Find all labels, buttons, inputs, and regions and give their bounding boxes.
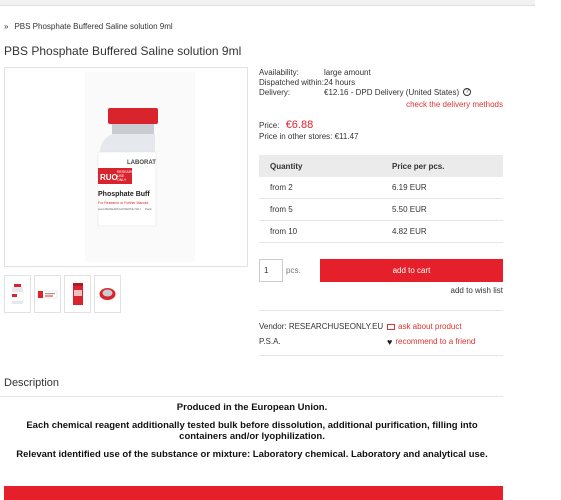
delivery-label: Delivery: [259, 88, 291, 97]
thumbnail-vial-side[interactable] [34, 275, 61, 313]
price-other-stores: Price in other stores: €11.47 [259, 132, 358, 141]
top-bar [0, 0, 535, 6]
description-line: Relevant identified use of the substance… [16, 449, 488, 460]
price-value: €6.88 [285, 119, 314, 131]
add-to-wishlist-link[interactable]: add to wish list [451, 286, 503, 295]
delivery-row: Delivery: €12.16 - DPD Delivery (United … [259, 88, 503, 98]
description-divider [0, 396, 503, 397]
vial-code: www.RESEARCHUSEONLY.EU [98, 207, 141, 211]
vial-pack: Pack [145, 207, 152, 211]
vial-image: LABORAT RUO RESEARCH USE ONLY Phosphate … [85, 72, 195, 262]
thumbnail-vial[interactable] [4, 275, 31, 313]
vendor-line: Vendor: RESEARCHUSEONLY.EU [259, 322, 383, 331]
breadcrumb-separator: » [4, 22, 9, 31]
quantity-input[interactable]: 1 [259, 259, 283, 282]
envelope-icon [387, 323, 395, 330]
description-body: Produced in the European Union. Each che… [4, 402, 500, 467]
table-row: from 10 4.82 EUR [259, 221, 503, 243]
table-row: from 5 5.50 EUR [259, 199, 503, 221]
vendor-value[interactable]: RESEARCHUSEONLY.EU [289, 322, 383, 331]
vial-product-name: Phosphate Buff [98, 191, 150, 198]
thumbnail-cap[interactable] [94, 275, 121, 313]
header-price: Price per pcs. [392, 161, 445, 171]
ask-about-product-link[interactable]: ask about product [387, 322, 462, 331]
thumbnail-box[interactable] [64, 275, 91, 313]
availability-value: large amount [324, 68, 371, 77]
psa-text: P.S.A. [259, 337, 281, 346]
add-to-cart-button[interactable]: add to cart [320, 259, 503, 282]
dispatch-row: Dispatched within: 24 hours [259, 78, 503, 88]
vendor-section: Vendor: RESEARCHUSEONLY.EU P.S.A. ask ab… [259, 310, 503, 356]
ask-label: ask about product [398, 322, 462, 331]
delivery-methods-link[interactable]: check the delivery methods [259, 100, 503, 109]
delivery-value: €12.16 - DPD Delivery (United States) [324, 88, 460, 97]
row-quantity: from 2 [270, 183, 293, 192]
breadcrumb-current[interactable]: PBS Phosphate Buffered Saline solution 9… [14, 22, 172, 31]
vendor-label: Vendor: [259, 322, 287, 331]
row-price: 6.19 EUR [392, 183, 427, 192]
description-line: Produced in the European Union. [176, 402, 328, 413]
heart-icon: ♥ [387, 336, 393, 347]
description-title: Description [4, 377, 60, 389]
price-line: Price: €6.88 [259, 119, 313, 131]
vial-badge: RUO [100, 173, 118, 182]
bottom-banner [4, 486, 503, 500]
product-info: Availability: large amount Dispatched wi… [259, 68, 503, 109]
header-quantity: Quantity [270, 161, 303, 171]
price-other-value: €11.47 [334, 132, 359, 141]
row-quantity: from 10 [270, 227, 298, 236]
recommend-link[interactable]: ♥ recommend to a friend [387, 337, 475, 346]
vial-brand: LABORAT [127, 160, 156, 166]
row-price: 4.82 EUR [392, 227, 427, 236]
description-line: Each chemical reagent additionally teste… [26, 420, 478, 442]
table-row: from 2 6.19 EUR [259, 177, 503, 199]
price-other-label: Price in other stores: [259, 132, 333, 141]
quantity-price-table: Quantity Price per pcs. from 2 6.19 EUR … [259, 155, 503, 243]
table-header: Quantity Price per pcs. [259, 155, 503, 177]
vial-badge-text-3: ONLY [117, 178, 127, 182]
help-icon[interactable]: ? [463, 88, 472, 96]
page-title: PBS Phosphate Buffered Saline solution 9… [4, 44, 242, 58]
row-price: 5.50 EUR [392, 205, 427, 214]
thumbnail-strip [4, 275, 121, 313]
row-quantity: from 5 [270, 205, 293, 214]
product-main-image[interactable]: LABORAT RUO RESEARCH USE ONLY Phosphate … [4, 67, 248, 267]
vial-subtitle: For Research or Further Manufa [98, 201, 148, 205]
price-label: Price: [259, 121, 280, 130]
availability-row: Availability: large amount [259, 68, 503, 78]
availability-label: Availability: [259, 68, 299, 77]
quantity-unit: pcs. [286, 266, 301, 275]
dispatch-value: 24 hours [324, 78, 356, 87]
recommend-label: recommend to a friend [395, 337, 476, 346]
breadcrumb: » PBS Phosphate Buffered Saline solution… [4, 22, 173, 31]
dispatch-label: Dispatched within: [259, 78, 324, 87]
